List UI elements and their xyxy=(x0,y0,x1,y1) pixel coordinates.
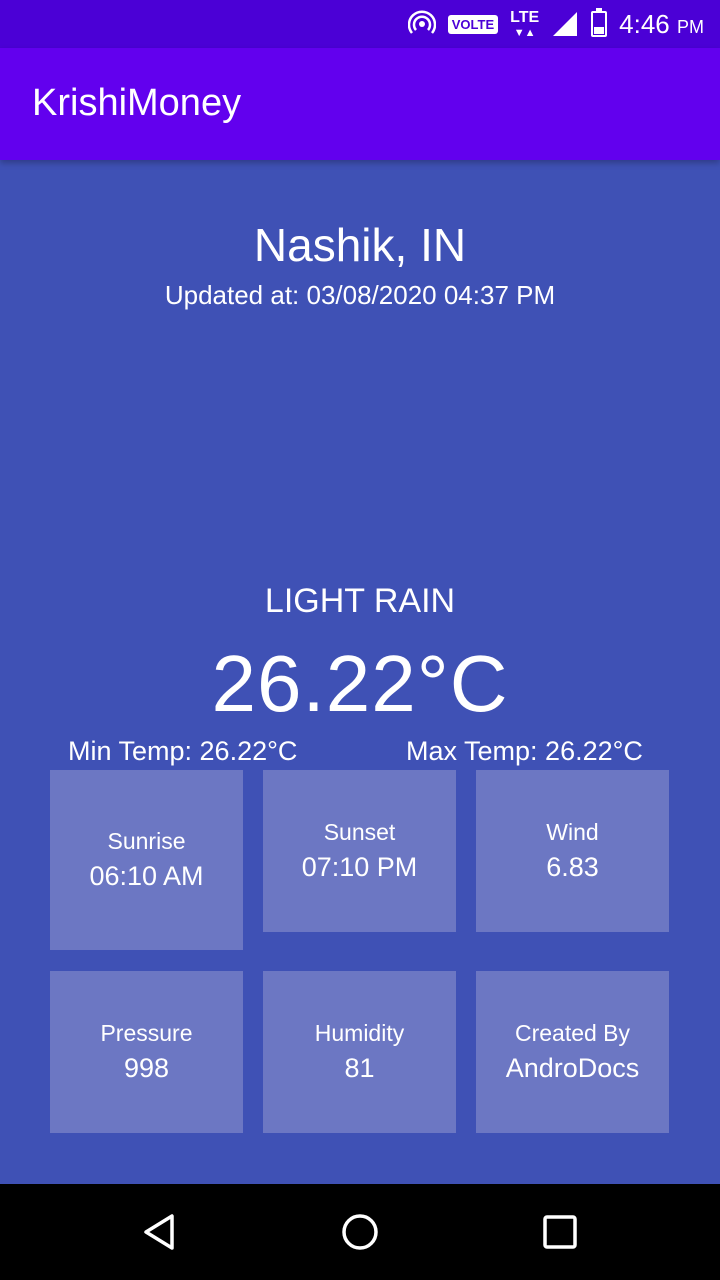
tile-value: AndroDocs xyxy=(505,1053,640,1083)
tile-sunrise: Sunrise 06:10 AM xyxy=(50,770,243,950)
updated-at: Updated at: 03/08/2020 04:37 PM xyxy=(164,280,556,310)
tile-value: 06:10 AM xyxy=(89,861,204,891)
clock-ampm: PM xyxy=(677,16,704,37)
clock-time: 4:46 xyxy=(619,8,670,39)
tile-label: Sunset xyxy=(323,819,396,845)
tile-label: Pressure xyxy=(100,1020,193,1046)
max-temp: Max Temp: 26.22°C xyxy=(406,736,643,766)
city-name: Nashik, IN xyxy=(253,219,467,271)
weather-description: LIGHT RAIN xyxy=(264,582,456,620)
tile-humidity: Humidity 81 xyxy=(263,971,456,1133)
app-bar: KrishiMoney xyxy=(0,48,720,160)
tile-value: 07:10 PM xyxy=(301,852,418,882)
tile-created-by: Created By AndroDocs xyxy=(476,971,669,1133)
lte-indicator: LTE ▼▲ xyxy=(510,9,540,39)
min-temp: Min Temp: 26.22°C xyxy=(68,736,298,766)
navigation-bar xyxy=(0,1184,720,1280)
signal-icon xyxy=(553,12,578,36)
tile-label: Humidity xyxy=(314,1020,405,1046)
battery-icon xyxy=(591,8,608,37)
recents-icon[interactable] xyxy=(536,1208,584,1256)
tile-value: 6.83 xyxy=(546,852,599,882)
tile-label: Sunrise xyxy=(107,828,186,854)
home-icon[interactable] xyxy=(336,1208,384,1256)
current-temperature: 26.22°C xyxy=(211,639,509,728)
tile-label: Wind xyxy=(546,819,599,845)
tile-pressure: Pressure 998 xyxy=(50,971,243,1133)
tile-label: Created By xyxy=(514,1020,631,1046)
tile-sunset: Sunset 07:10 PM xyxy=(263,770,456,932)
status-bar: VOLTE LTE ▼▲ 4:46 PM xyxy=(0,0,720,48)
lte-label: LTE xyxy=(510,9,540,26)
back-icon[interactable] xyxy=(136,1208,184,1256)
tile-value: 81 xyxy=(344,1053,375,1083)
app-title: KrishiMoney xyxy=(32,82,242,124)
volte-badge: VOLTE xyxy=(447,14,499,34)
status-clock: 4:46 PM xyxy=(619,9,704,40)
hotspot-icon xyxy=(407,10,436,34)
tile-value: 998 xyxy=(123,1053,170,1083)
tile-wind: Wind 6.83 xyxy=(476,770,669,932)
